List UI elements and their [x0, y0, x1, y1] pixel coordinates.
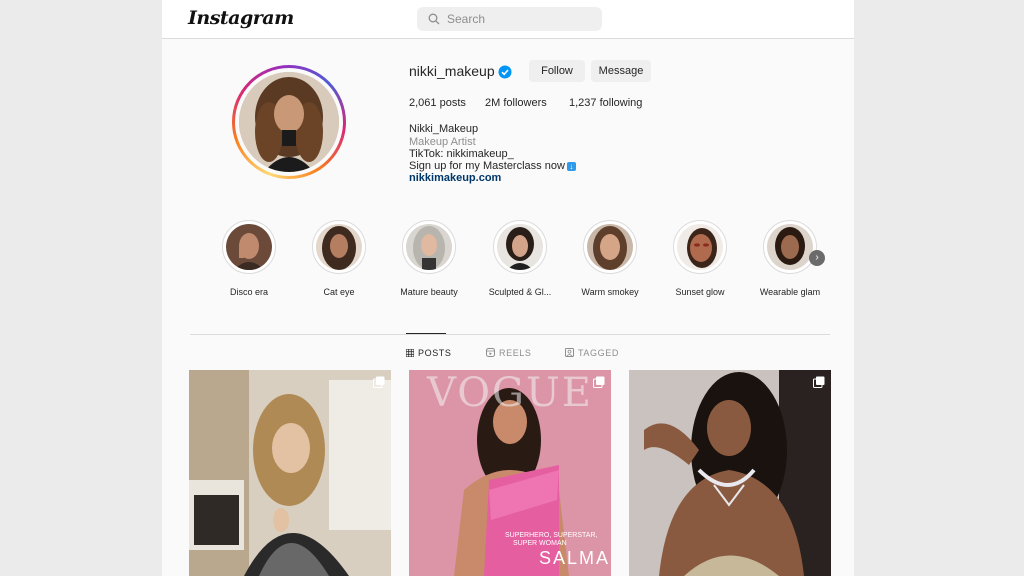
cover-line-1: SUPERHERO, SUPERSTAR, — [505, 532, 598, 539]
down-arrow-emoji-icon: ↓ — [566, 162, 576, 171]
post-tile-2[interactable]: VOGUE SUPERHERO, SUPERSTAR, SUPER WOMAN … — [409, 370, 611, 576]
search-input[interactable]: Search — [417, 7, 602, 31]
tab-posts[interactable]: POSTS — [405, 348, 452, 358]
highlight-sunset-glow[interactable]: Sunset glow — [660, 220, 740, 297]
highlight-thumbnail — [406, 224, 452, 270]
tab-posts-label: POSTS — [418, 348, 452, 358]
bio-display-name: Nikki_Makeup — [409, 123, 479, 135]
highlight-warm-smokey[interactable]: Warm smokey — [570, 220, 650, 297]
multiple-images-icon — [813, 376, 825, 388]
highlight-label: Sunset glow — [675, 287, 725, 297]
avatar-photo — [239, 72, 339, 172]
followers-count[interactable]: 2M followers — [485, 97, 547, 109]
highlight-thumbnail — [677, 224, 723, 270]
post-image — [629, 370, 831, 576]
profile-avatar[interactable] — [232, 65, 346, 179]
post-tile-3[interactable] — [629, 370, 831, 576]
highlight-thumbnail — [226, 224, 272, 270]
cover-line-2: SUPER WOMAN — [513, 540, 567, 547]
instagram-logo[interactable]: Instagram — [188, 7, 294, 29]
cover-name: SALMA — [539, 548, 611, 568]
highlights-next-button[interactable]: › — [809, 250, 825, 266]
tab-reels-label: REELS — [499, 348, 532, 358]
post-image — [189, 370, 391, 576]
highlight-mature-beauty[interactable]: Mature beauty — [389, 220, 469, 297]
multiple-images-icon — [373, 376, 385, 388]
tagged-icon — [565, 348, 574, 357]
highlight-thumbnail — [767, 224, 813, 270]
bio-line-tiktok: TikTok: nikkimakeup_ — [409, 148, 514, 160]
following-count[interactable]: 1,237 following — [569, 97, 642, 109]
highlight-label: Disco era — [229, 287, 268, 297]
search-icon — [428, 13, 440, 25]
search-placeholder: Search — [447, 12, 486, 26]
highlight-sculpted[interactable]: Sculpted & Gl... — [480, 220, 560, 297]
bio-line-masterclass: Sign up for my Masterclass now ↓ — [409, 160, 576, 172]
profile-page: Instagram Search nikki_makeup Follow Mes… — [162, 0, 854, 576]
verified-badge-icon — [498, 65, 512, 79]
highlight-thumbnail — [587, 224, 633, 270]
highlight-label: Cat eye — [323, 287, 355, 297]
highlight-disco-era[interactable]: Disco era — [209, 220, 289, 297]
tab-reels[interactable]: REELS — [486, 348, 532, 358]
highlight-thumbnail — [497, 224, 543, 270]
multiple-images-icon — [593, 376, 605, 388]
post-tile-1[interactable] — [189, 370, 391, 576]
highlight-cat-eye[interactable]: Cat eye — [299, 220, 379, 297]
posts-count: 2,061 posts — [409, 97, 466, 109]
highlight-thumbnail — [316, 224, 362, 270]
tab-tagged-label: TAGGED — [578, 348, 619, 358]
follow-button[interactable]: Follow — [529, 60, 585, 82]
highlight-label: Sculpted & Gl... — [488, 287, 552, 297]
highlight-label: Wearable glam — [759, 287, 821, 297]
magazine-title: VOGUE — [427, 370, 593, 416]
bio-masterclass-text: Sign up for my Masterclass now — [409, 160, 565, 172]
highlight-label: Warm smokey — [581, 287, 639, 297]
top-navigation-bar: Instagram Search — [162, 0, 854, 39]
reels-icon — [486, 348, 495, 357]
bio-category: Makeup Artist — [409, 136, 476, 148]
highlight-label: Mature beauty — [400, 287, 458, 297]
grid-icon — [405, 348, 415, 358]
active-tab-indicator — [406, 333, 446, 334]
bio-website-link[interactable]: nikkimakeup.com — [409, 172, 501, 184]
message-button[interactable]: Message — [591, 60, 651, 82]
tabs-divider — [190, 334, 830, 335]
tab-tagged[interactable]: TAGGED — [565, 348, 619, 358]
profile-username: nikki_makeup — [409, 63, 495, 79]
